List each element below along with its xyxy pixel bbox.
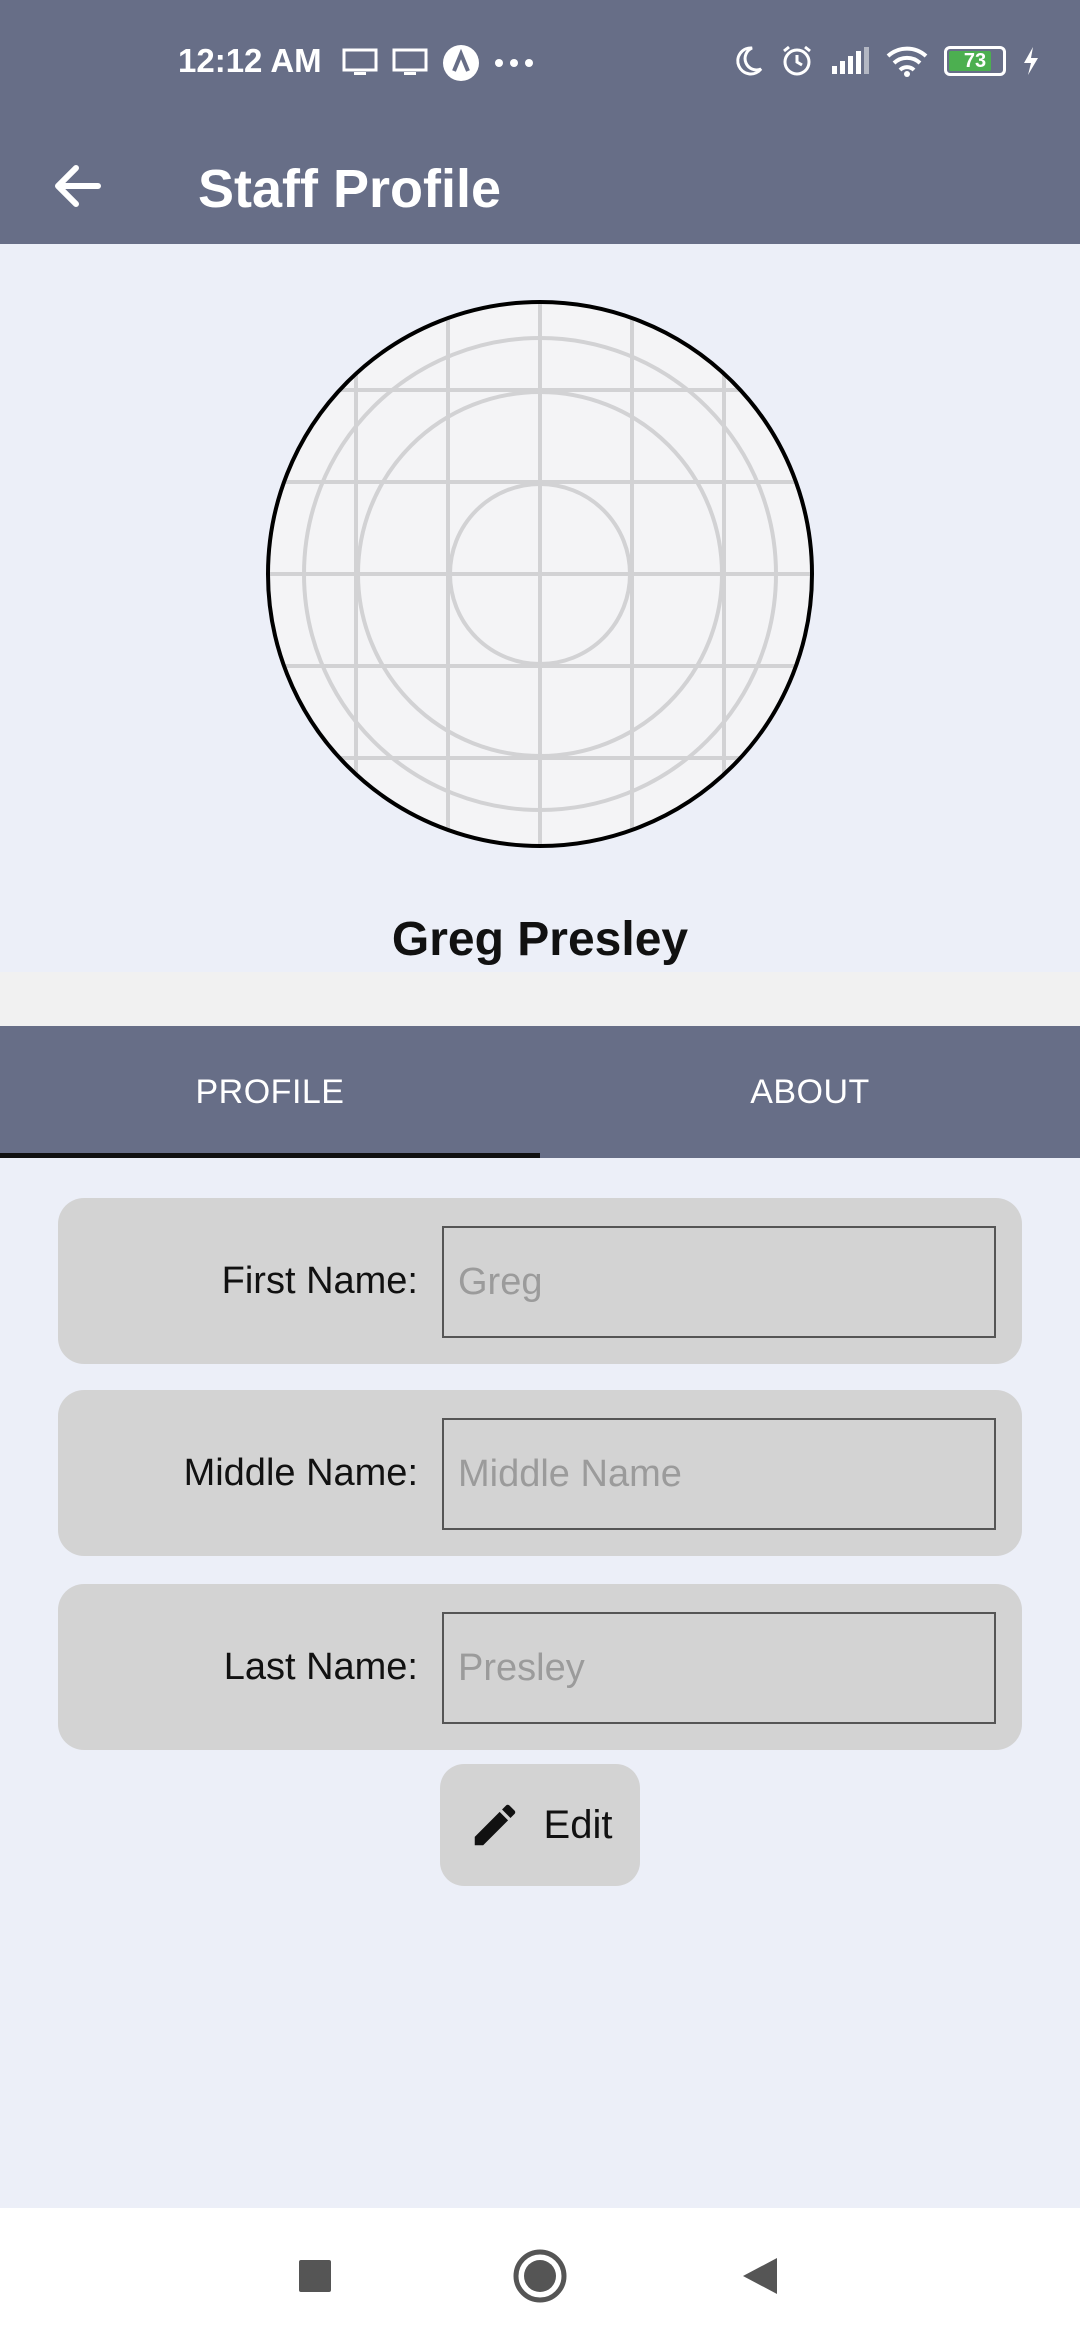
first-name-row: First Name: [58,1198,1022,1364]
battery-level: 73 [963,49,987,72]
status-time: 12:12 AM [178,42,322,79]
battery-indicator: 73 [944,46,1006,76]
profile-name: Greg Presley [391,913,689,966]
edit-button[interactable]: Edit [440,1764,640,1886]
system-nav-bar [0,2208,1080,2340]
status-notification-icons [342,44,534,82]
status-system-icons: 73 [732,44,1040,78]
first-name-label: First Name: [221,1260,418,1302]
middle-name-label: Middle Name: [183,1452,418,1494]
arrow-left-icon [55,165,101,207]
profile-header: Greg Presley [0,244,1080,972]
circle-home-icon [513,2249,567,2303]
avatar-placeholder[interactable] [266,300,814,848]
divider-strip [0,972,1080,1026]
middle-name-row: Middle Name: [58,1390,1022,1556]
tab-profile[interactable]: PROFILE [0,1026,540,1158]
triangle-back-icon [743,2258,777,2294]
last-name-input[interactable] [442,1612,996,1724]
monitor-icon [392,48,428,75]
app-logo-icon [443,45,479,81]
charging-bolt-icon [1024,47,1038,75]
back-button[interactable] [40,148,116,224]
monitor-icon [342,48,378,75]
signal-icon [832,47,869,74]
square-icon [299,2260,331,2292]
tab-about[interactable]: ABOUT [540,1026,1080,1158]
page-title: Staff Profile [198,159,502,219]
last-name-label: Last Name: [223,1646,418,1688]
moon-icon [736,46,763,76]
wifi-icon [886,46,928,77]
last-name-row: Last Name: [58,1584,1022,1750]
home-button[interactable] [508,2244,572,2308]
status-bar: 12:12 AM 73 [0,0,1080,130]
app-bar: Staff Profile [0,130,1080,244]
edit-label: Edit [543,1802,613,1847]
alarm-icon [783,45,811,76]
back-nav-button[interactable] [728,2244,792,2308]
tab-bar: PROFILE ABOUT [0,1026,1080,1158]
middle-name-input[interactable] [442,1418,996,1530]
pencil-icon [474,1804,515,1846]
recents-button[interactable] [283,2244,347,2308]
more-dots-icon [495,59,533,67]
first-name-input[interactable] [442,1226,996,1338]
